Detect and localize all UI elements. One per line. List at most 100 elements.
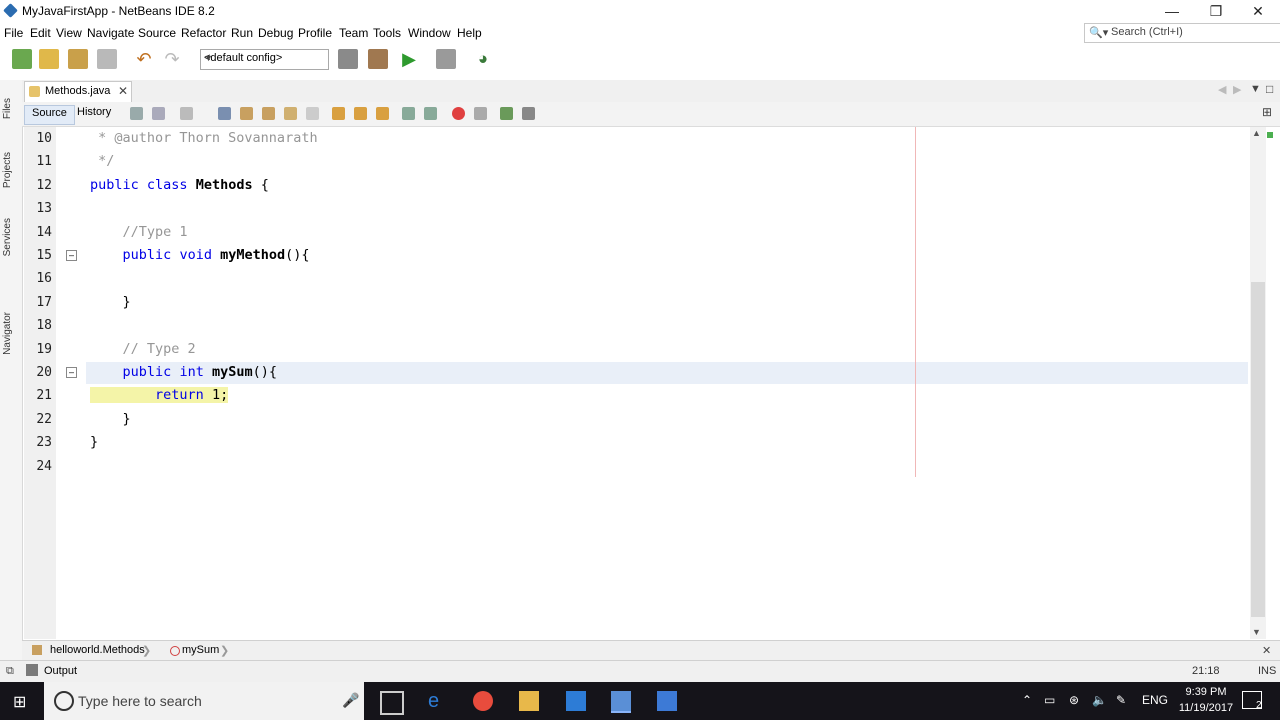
fold-column (56, 127, 86, 639)
next-bookmark-icon[interactable] (354, 107, 367, 120)
services-panel-tab[interactable]: Services (2, 218, 13, 256)
toggle-rect-selection-icon[interactable] (306, 107, 319, 120)
restore-button[interactable]: ❐ (1194, 0, 1238, 22)
volume-icon[interactable]: 🔈 (1092, 693, 1107, 707)
menu-help[interactable]: Help (457, 26, 482, 40)
menu-profile[interactable]: Profile (298, 26, 332, 40)
taskbar-search-box[interactable]: Type here to search 🎤 (44, 682, 364, 720)
scroll-tabs-left-icon[interactable]: ◀ (1218, 83, 1226, 96)
quick-search-input[interactable]: 🔍▾ Search (Ctrl+I) (1084, 23, 1280, 43)
scrollbar-thumb[interactable] (1251, 282, 1265, 617)
menu-file[interactable]: File (4, 26, 23, 40)
notification-count: 2 (1256, 700, 1262, 711)
menu-view[interactable]: View (56, 26, 82, 40)
menu-refactor[interactable]: Refactor (181, 26, 226, 40)
line-number: 22 (36, 412, 52, 427)
close-button[interactable]: ✕ (1236, 0, 1280, 22)
restore-window-group-icon[interactable]: ⧉ (6, 665, 14, 678)
code-line: //Type 1 (90, 224, 188, 240)
tab-methods-java[interactable]: Methods.java ✕ (24, 81, 132, 102)
files-panel-tab[interactable]: Files (2, 98, 13, 119)
line-number: 14 (36, 225, 52, 240)
find-icon[interactable] (218, 107, 231, 120)
breadcrumb-class[interactable]: helloworld.Methods (50, 644, 145, 656)
scroll-tabs-right-icon[interactable]: ▶ (1233, 83, 1241, 96)
menu-navigate[interactable]: Navigate (87, 26, 134, 40)
windows-taskbar: ⊞ Type here to search 🎤 e ⌃ ▭ ⊛ 🔈 ✎ ENG … (0, 682, 1280, 720)
clock-time[interactable]: 9:39 PM (1176, 686, 1236, 698)
edge-browser-icon[interactable]: e (428, 691, 448, 711)
fold-toggle-icon[interactable]: – (66, 250, 77, 261)
start-macro-icon[interactable] (452, 107, 465, 120)
package-icon (32, 645, 42, 655)
app-taskbar-icon[interactable] (657, 691, 677, 711)
windows-start-icon[interactable]: ⊞ (13, 692, 26, 712)
last-edit-icon[interactable] (130, 107, 143, 120)
shift-left-icon[interactable] (402, 107, 415, 120)
code-line: public int mySum(){ (122, 364, 277, 380)
shift-right-icon[interactable] (424, 107, 437, 120)
back-icon[interactable] (152, 107, 165, 120)
code-line: } (90, 434, 99, 450)
clean-build-icon[interactable] (368, 49, 388, 69)
show-hidden-icons-icon[interactable]: ⌃ (1022, 693, 1032, 707)
open-project-icon[interactable] (68, 49, 88, 69)
menu-run[interactable]: Run (231, 26, 253, 40)
cortana-icon (54, 691, 74, 711)
microphone-icon[interactable]: 🎤 (342, 692, 359, 709)
menu-team[interactable]: Team (339, 26, 368, 40)
new-file-icon[interactable] (12, 49, 32, 69)
menu-tools[interactable]: Tools (373, 26, 401, 40)
clock-date[interactable]: 11/19/2017 (1172, 702, 1240, 714)
previous-bookmark-icon[interactable] (332, 107, 345, 120)
find-previous-icon[interactable] (240, 107, 253, 120)
comment-icon[interactable] (500, 107, 513, 120)
toggle-highlight-icon[interactable] (284, 107, 297, 120)
language-indicator[interactable]: ENG (1142, 693, 1168, 707)
netbeans-taskbar-icon[interactable] (611, 691, 631, 713)
store-icon[interactable] (566, 691, 586, 711)
code-line: */ (90, 153, 115, 169)
close-tab-icon[interactable]: ✕ (118, 84, 128, 98)
tab-source[interactable]: Source (24, 105, 75, 125)
undo-icon[interactable]: ↶ (134, 49, 154, 69)
maximize-icon[interactable]: □ (1266, 82, 1273, 96)
config-select[interactable]: <default config> ▼ (200, 49, 329, 70)
profile-icon[interactable]: ◕ (473, 49, 493, 69)
pen-icon[interactable]: ✎ (1116, 693, 1126, 707)
breadcrumb-method[interactable]: mySum (182, 644, 219, 656)
output-panel-tab[interactable]: Output (44, 665, 77, 677)
new-project-icon[interactable] (39, 49, 59, 69)
debug-icon[interactable] (436, 49, 456, 69)
stop-macro-icon[interactable] (474, 107, 487, 120)
minimize-button[interactable]: — (1150, 0, 1194, 22)
fold-toggle-icon[interactable]: – (66, 367, 77, 378)
save-all-icon[interactable] (97, 49, 117, 69)
projects-panel-tab[interactable]: Projects (2, 152, 13, 188)
split-editor-icon[interactable]: ⊞ (1262, 105, 1272, 119)
menu-window[interactable]: Window (408, 26, 451, 40)
navigator-panel-tab[interactable]: Navigator (2, 312, 13, 355)
tab-list-icon[interactable]: ▼ (1250, 83, 1261, 95)
tab-history[interactable]: History (70, 105, 118, 123)
toggle-bookmark-icon[interactable] (376, 107, 389, 120)
task-view-icon[interactable] (380, 691, 404, 715)
scroll-down-icon[interactable]: ▼ (1252, 627, 1261, 637)
scroll-up-icon[interactable]: ▲ (1252, 128, 1261, 138)
build-icon[interactable] (338, 49, 358, 69)
chrome-browser-icon[interactable] (473, 691, 493, 711)
wifi-icon[interactable]: ⊛ (1069, 693, 1079, 707)
uncomment-icon[interactable] (522, 107, 535, 120)
close-breadcrumb-icon[interactable]: ✕ (1262, 644, 1271, 657)
menu-debug[interactable]: Debug (258, 26, 293, 40)
file-explorer-icon[interactable] (519, 691, 539, 711)
forward-icon[interactable] (180, 107, 193, 120)
run-icon[interactable]: ▶ (399, 49, 419, 69)
menu-edit[interactable]: Edit (30, 26, 51, 40)
find-next-icon[interactable] (262, 107, 275, 120)
search-icon: 🔍▾ (1089, 27, 1109, 39)
redo-icon[interactable]: ↷ (162, 49, 182, 69)
battery-icon[interactable]: ▭ (1044, 693, 1055, 707)
menu-source[interactable]: Source (138, 26, 176, 40)
line-number: 20 (36, 365, 52, 380)
